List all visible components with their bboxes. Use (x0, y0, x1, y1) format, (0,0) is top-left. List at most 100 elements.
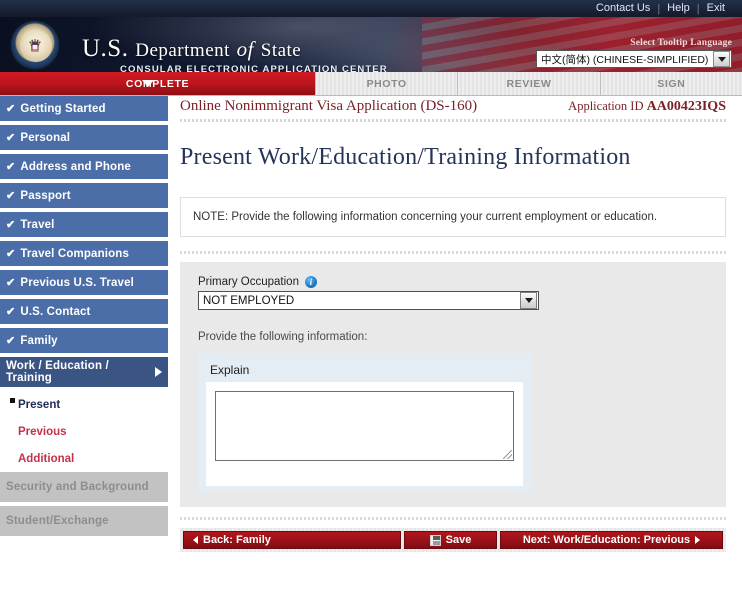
application-header: Online Nonimmigrant Visa Application (DS… (172, 96, 742, 118)
sidebar-item-personal[interactable]: ✔ Personal (0, 125, 168, 150)
help-link[interactable]: Help (660, 0, 697, 17)
check-icon: ✔ (6, 248, 16, 260)
save-icon (429, 534, 441, 546)
tooltip-language-value: 中文(简体) (CHINESE-SIMPLIFIED) (541, 53, 709, 66)
check-icon: ✔ (6, 277, 16, 289)
sidebar-item-work-education-training[interactable]: Work / Education / Training (0, 357, 168, 387)
dept-of: of (236, 37, 254, 61)
footer-divider (180, 517, 726, 520)
sidebar-subitem-label: Present (18, 398, 61, 411)
dept-us: U.S. (82, 35, 129, 62)
action-button-row: Back: Family Save Next: Work/Education: … (180, 528, 726, 552)
primary-occupation-select[interactable]: NOT EMPLOYED (198, 291, 539, 310)
application-id-value: AA00423IQS (646, 99, 726, 114)
sidebar-item-label: U.S. Contact (20, 305, 91, 318)
note-text: NOTE: Provide the following information … (193, 211, 658, 223)
application-id: Application ID AA00423IQS (568, 99, 726, 115)
provide-info-text: Provide the following information: (198, 331, 368, 343)
explain-label: Explain (210, 363, 250, 377)
check-icon: ✔ (6, 306, 16, 318)
sidebar-subitem-label: Previous (18, 425, 67, 438)
application-title: Online Nonimmigrant Visa Application (DS… (180, 98, 478, 114)
department-title: U.S. Department of State (82, 35, 301, 63)
sidebar-item-passport[interactable]: ✔ Passport (0, 183, 168, 208)
check-icon: ✔ (6, 103, 16, 115)
triangle-right-icon (695, 536, 701, 544)
page-title: Present Work/Education/Training Informat… (180, 144, 631, 170)
check-icon: ✔ (6, 190, 16, 202)
tab-photo-label: PHOTO (366, 77, 407, 90)
sidebar-subitem-present[interactable]: Present (0, 391, 172, 418)
stage-tabs: COMPLETE PHOTO REVIEW SIGN (0, 72, 742, 96)
sidebar-item-travel-companions[interactable]: ✔ Travel Companions (0, 241, 168, 266)
chevron-down-icon[interactable] (520, 292, 537, 309)
sidebar-item-travel[interactable]: ✔ Travel (0, 212, 168, 237)
tab-review[interactable]: REVIEW (457, 72, 600, 95)
dept-department: Department (135, 40, 230, 61)
shield-glyph (31, 41, 39, 51)
tooltip-language-label: Select Tooltip Language (630, 38, 732, 48)
exit-link[interactable]: Exit (700, 0, 732, 17)
info-icon[interactable]: i (304, 276, 317, 288)
header-divider (180, 119, 726, 122)
form-panel: Primary Occupation i NOT EMPLOYED Provid… (180, 262, 726, 507)
sidebar-subitem-previous[interactable]: Previous (0, 418, 172, 445)
resize-handle-icon[interactable] (503, 450, 512, 459)
tab-review-label: REVIEW (506, 77, 552, 90)
tab-sign-label: SIGN (657, 77, 686, 90)
sidebar-item-label: Personal (20, 131, 71, 144)
tab-sign[interactable]: SIGN (599, 72, 742, 95)
sidebar-item-label: Student/Exchange (6, 515, 109, 527)
note-box: NOTE: Provide the following information … (180, 197, 726, 237)
sidebar-item-student-exchange: Student/Exchange (0, 506, 168, 536)
primary-occupation-label: Primary Occupation (198, 276, 299, 288)
next-button[interactable]: Next: Work/Education: Previous (500, 531, 723, 549)
check-icon: ✔ (6, 132, 16, 144)
tooltip-language-select[interactable]: 中文(简体) (CHINESE-SIMPLIFIED) (536, 50, 732, 68)
section-divider (180, 251, 726, 254)
contact-us-link[interactable]: Contact Us (589, 0, 657, 17)
primary-occupation-value: NOT EMPLOYED (203, 294, 295, 307)
sidebar-item-us-contact[interactable]: ✔ U.S. Contact (0, 299, 168, 324)
sidebar-item-label: Work / Education / Training (6, 360, 109, 384)
save-button-label: Save (445, 534, 472, 546)
check-icon: ✔ (6, 161, 16, 173)
back-button[interactable]: Back: Family (183, 531, 401, 549)
sidebar-item-address-and-phone[interactable]: ✔ Address and Phone (0, 154, 168, 179)
sidebar-item-label: Travel Companions (20, 247, 130, 260)
sidebar-item-label: Address and Phone (20, 160, 131, 173)
check-icon: ✔ (6, 335, 16, 347)
tab-complete-label: COMPLETE (125, 77, 190, 90)
sidebar-nav: ✔ Getting Started ✔ Personal ✔ Address a… (0, 96, 172, 601)
sidebar-item-security-and-background: Security and Background (0, 472, 168, 502)
explain-panel: Explain (198, 353, 531, 491)
chevron-down-icon[interactable] (713, 51, 730, 67)
sidebar-subitem-additional[interactable]: Additional (0, 445, 172, 472)
explain-textarea[interactable] (215, 391, 514, 461)
sidebar-item-family[interactable]: ✔ Family (0, 328, 168, 353)
chevron-right-icon (155, 367, 162, 377)
dept-state: State (260, 40, 302, 61)
sidebar-item-label: Security and Background (6, 481, 149, 493)
explain-box (206, 382, 523, 486)
sidebar-item-label: Travel (20, 218, 55, 231)
sidebar-item-previous-us-travel[interactable]: ✔ Previous U.S. Travel (0, 270, 168, 295)
save-button[interactable]: Save (404, 531, 497, 549)
primary-occupation-label-row: Primary Occupation i (198, 276, 726, 288)
main-content: Online Nonimmigrant Visa Application (DS… (172, 96, 742, 601)
sidebar-item-getting-started[interactable]: ✔ Getting Started (0, 96, 168, 121)
sidebar-item-label: Getting Started (20, 102, 106, 115)
banner-subtitle: CONSULAR ELECTRONIC APPLICATION CENTER (120, 64, 388, 72)
tab-complete[interactable]: COMPLETE (0, 72, 315, 95)
sidebar-subitem-label: Additional (18, 452, 75, 465)
department-of-state-seal-icon: ♛ (10, 20, 60, 70)
check-icon: ✔ (6, 219, 16, 231)
back-button-label: Back: Family (203, 534, 271, 546)
tab-photo[interactable]: PHOTO (315, 72, 458, 95)
site-banner: ♛ U.S. Department of State CONSULAR ELEC… (0, 17, 742, 72)
page-root: Contact Us | Help | Exit ♛ U.S. Departme… (0, 0, 742, 601)
utility-bar: Contact Us | Help | Exit (0, 0, 742, 17)
triangle-left-icon (193, 536, 198, 544)
sidebar-item-label: Family (20, 334, 58, 347)
sidebar-item-label: Passport (20, 189, 71, 202)
